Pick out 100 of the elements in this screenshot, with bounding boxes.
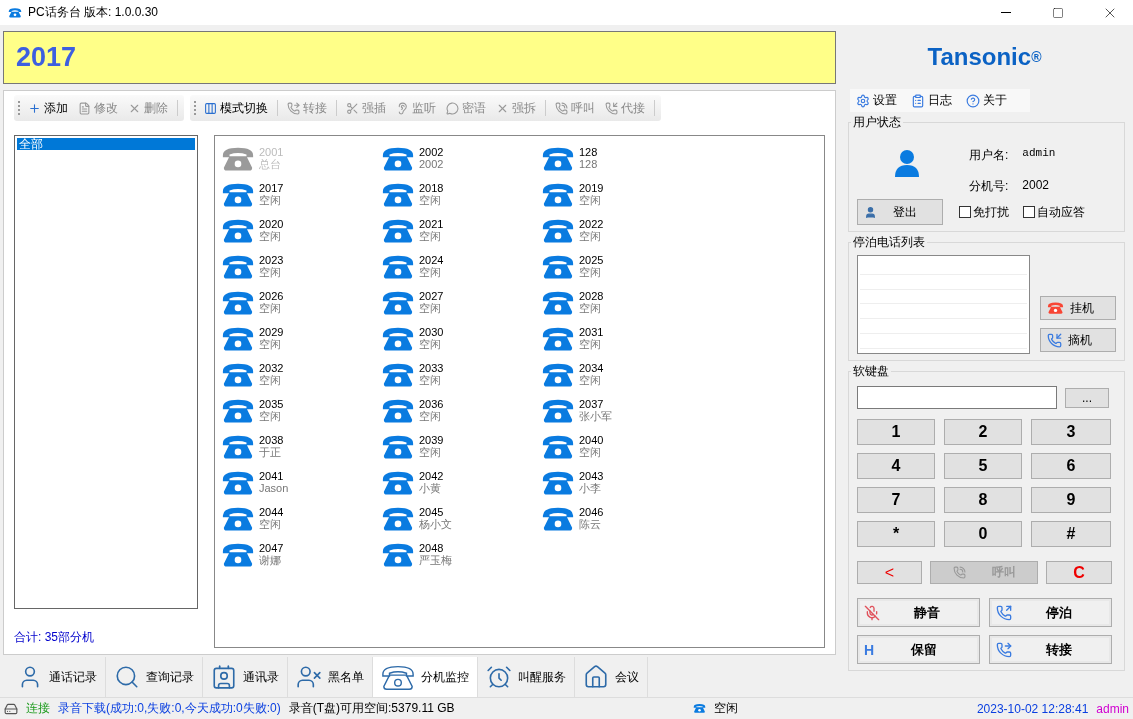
house-icon xyxy=(583,664,609,690)
extension-value: 2002 xyxy=(1022,178,1050,194)
extension-number: 2027 xyxy=(419,290,444,302)
phone-icon xyxy=(1047,332,1062,348)
keypad-key[interactable]: 3 xyxy=(1031,419,1111,445)
phone-button[interactable]: 挂机 xyxy=(1040,296,1116,320)
extension-status: 空闲 xyxy=(419,302,442,314)
extension-number: 2036 xyxy=(419,398,444,410)
keypad-key[interactable]: 8 xyxy=(944,487,1022,513)
drive-icon xyxy=(4,701,18,716)
logout-button[interactable]: 登出 xyxy=(857,199,943,225)
keypad-key[interactable]: # xyxy=(1031,521,1111,547)
menu-button[interactable]: 设置 xyxy=(850,89,903,112)
contact-card-icon xyxy=(211,664,237,690)
extension-status: 空闲 xyxy=(579,446,602,458)
scissors-icon xyxy=(346,101,359,115)
keypad-key[interactable]: 9 xyxy=(1031,487,1111,513)
menu-button[interactable]: 关于 xyxy=(960,89,1013,112)
extension-status: 张小军 xyxy=(579,410,612,422)
current-user: admin xyxy=(1096,701,1129,716)
checkbox[interactable]: 自动应答 xyxy=(1023,203,1085,221)
group-title: 软键盘 xyxy=(852,363,890,380)
minimize-icon xyxy=(1001,12,1011,13)
toolbar-button[interactable]: 模式切换 xyxy=(201,99,271,117)
extension-number: 2026 xyxy=(259,290,284,302)
phone-icon xyxy=(996,604,1012,621)
extension-status: 空闲 xyxy=(419,446,442,458)
more-button[interactable]: ... xyxy=(1065,387,1109,408)
extension-number: 2030 xyxy=(419,326,444,338)
extension-status: 空闲 xyxy=(259,338,282,350)
alarm-clock-icon xyxy=(486,664,512,690)
line-status: 空闲 xyxy=(714,700,739,717)
extension-number: 2038 xyxy=(259,434,284,446)
extension-number: 2032 xyxy=(259,362,284,374)
keypad-key[interactable]: 6 xyxy=(1031,453,1111,479)
phone-arrow-icon xyxy=(996,641,1012,658)
group-item[interactable]: 全部 xyxy=(17,138,195,150)
extension-status: 空闲 xyxy=(579,194,602,206)
extension-status: 空闲 xyxy=(579,230,602,242)
extension-status: 谢娜 xyxy=(259,554,282,566)
storage-status: 录音(T盘)可用空间:5379.11 GB xyxy=(288,700,455,717)
extension-number: 2043 xyxy=(579,470,604,482)
field-label: 用户名: xyxy=(969,147,1009,164)
extension-status: 空闲 xyxy=(579,374,602,386)
extension-status: 空闲 xyxy=(259,194,282,206)
extension-number: 2034 xyxy=(579,362,604,374)
menu-button[interactable]: 日志 xyxy=(905,89,958,112)
tab[interactable]: 分机监控 xyxy=(373,657,478,697)
keypad-key[interactable]: * xyxy=(857,521,935,547)
extension-number: 128 xyxy=(579,146,598,158)
action-button[interactable]: H 保留 xyxy=(857,635,980,664)
extension-number: 2040 xyxy=(579,434,604,446)
extension-count: 合计: 35部分机 xyxy=(14,629,95,646)
keypad-key[interactable]: 1 xyxy=(857,419,935,445)
extension-number: 2001 xyxy=(259,146,284,158)
keypad-key[interactable]: 7 xyxy=(857,487,935,513)
extension-status: Jason xyxy=(259,482,289,494)
keypad-key[interactable]: 5 xyxy=(944,453,1022,479)
extension-number: 2028 xyxy=(579,290,604,302)
extension-number: 2021 xyxy=(419,218,444,230)
extension-number: 2046 xyxy=(579,506,604,518)
action-button[interactable]: 静音 xyxy=(857,598,980,627)
columns-icon xyxy=(204,101,217,115)
extension-number: 2023 xyxy=(259,254,284,266)
microphone-muted-icon xyxy=(864,604,880,621)
maximize-icon xyxy=(1052,6,1064,19)
user-blocked-icon xyxy=(296,664,322,690)
connection-status: 连接 xyxy=(26,700,50,717)
keypad-key[interactable]: 4 xyxy=(857,453,935,479)
checkbox[interactable]: 免打扰 xyxy=(959,203,1009,221)
number-display: 2017 xyxy=(3,31,836,84)
number-input[interactable] xyxy=(857,386,1057,409)
extension-status: 于正 xyxy=(259,446,282,458)
logo: Tansonic$^{®}$ xyxy=(926,42,1043,72)
extension-number: 2019 xyxy=(579,182,604,194)
telephone-icon xyxy=(693,703,707,714)
datetime: 2023-10-02 12:28:41 xyxy=(976,701,1089,716)
extension-status: 小李 xyxy=(579,482,602,494)
extension-status: 空闲 xyxy=(419,410,442,422)
extension-number: 2018 xyxy=(419,182,444,194)
keypad-key[interactable]: 2 xyxy=(944,419,1022,445)
action-button[interactable]: 转接 xyxy=(989,635,1112,664)
extension-status: 空闲 xyxy=(579,302,602,314)
extension-number: 2029 xyxy=(259,326,284,338)
window-title: PC话务台 版本: 1.0.0.30 xyxy=(28,4,160,21)
extension-status: 杨小文 xyxy=(419,518,452,530)
extension-number: 2025 xyxy=(579,254,604,266)
search-icon xyxy=(114,664,140,690)
keypad-key[interactable]: 0 xyxy=(944,521,1022,547)
extension-number: 2024 xyxy=(419,254,444,266)
toolbar-button[interactable]: 添加 xyxy=(25,99,71,117)
extension-number: 2022 xyxy=(579,218,604,230)
group-title: 停泊电话列表 xyxy=(852,234,926,251)
extension-number: 2020 xyxy=(259,218,284,230)
telephone-icon xyxy=(381,663,415,691)
phone-icon xyxy=(555,101,568,115)
action-button[interactable]: 停泊 xyxy=(989,598,1112,627)
extension-number: 2033 xyxy=(419,362,444,374)
extension-number: 2031 xyxy=(579,326,604,338)
phone-button[interactable]: 摘机 xyxy=(1040,328,1116,352)
